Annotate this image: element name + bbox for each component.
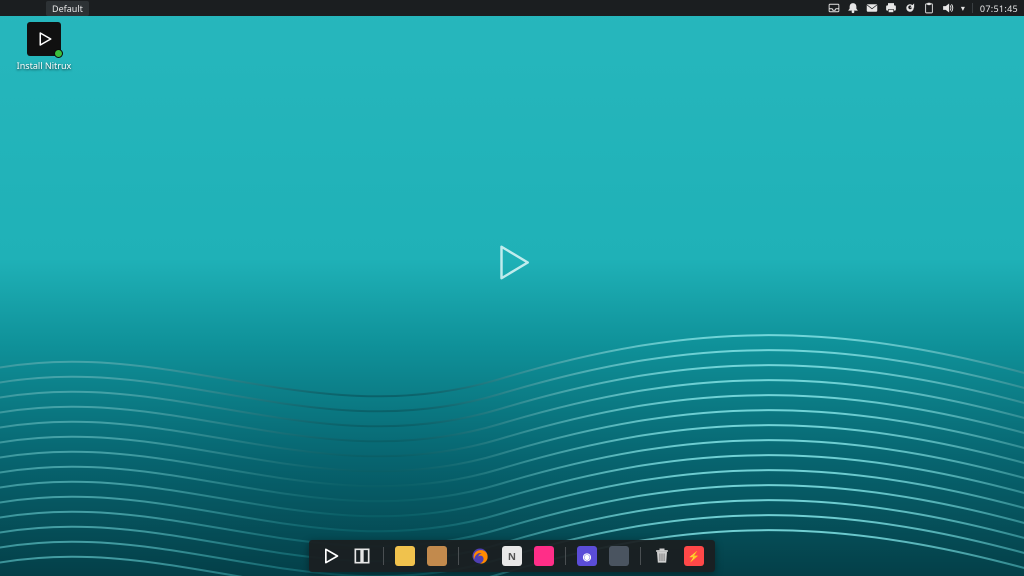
dropdown-icon[interactable]: ▾ [961,3,965,14]
inbox-icon[interactable] [828,2,840,14]
clipboard-icon[interactable] [923,2,935,14]
file-manager-icon[interactable] [394,545,416,567]
notifications-icon[interactable] [847,2,859,14]
music-player-icon[interactable] [608,545,630,567]
install-nitrux-icon [27,22,61,56]
virtual-desktop-indicator[interactable]: Default [46,1,89,16]
firefox-icon[interactable] [469,545,491,567]
top-panel: Default ▾ 07:51:45 [0,0,1024,16]
printer-icon[interactable] [885,2,897,14]
buho-icon[interactable] [533,545,555,567]
task-view-icon[interactable] [351,545,373,567]
software-center-icon[interactable] [426,545,448,567]
dock-separator [565,547,566,565]
system-tray: ▾ 07:51:45 [828,2,1018,15]
trash-icon[interactable] [651,545,673,567]
power-icon[interactable]: ⚡ [683,545,705,567]
clock[interactable]: 07:51:45 [980,2,1018,15]
desktop-icon-label: Install Nitrux [14,59,74,72]
text-editor-icon[interactable]: N [501,545,523,567]
dock: N ◉ ⚡ [309,540,715,572]
mail-icon[interactable] [866,2,878,14]
volume-icon[interactable] [942,2,954,14]
dock-separator [458,547,459,565]
app-launcher-icon[interactable] [319,545,341,567]
image-viewer-icon[interactable]: ◉ [576,545,598,567]
install-nitrux-shortcut[interactable]: Install Nitrux [14,22,74,72]
wallpaper-waves [0,259,1024,576]
installer-badge-icon [54,49,63,58]
dock-separator [383,547,384,565]
tray-separator [972,3,973,13]
dock-separator [640,547,641,565]
refresh-icon[interactable] [904,2,916,14]
